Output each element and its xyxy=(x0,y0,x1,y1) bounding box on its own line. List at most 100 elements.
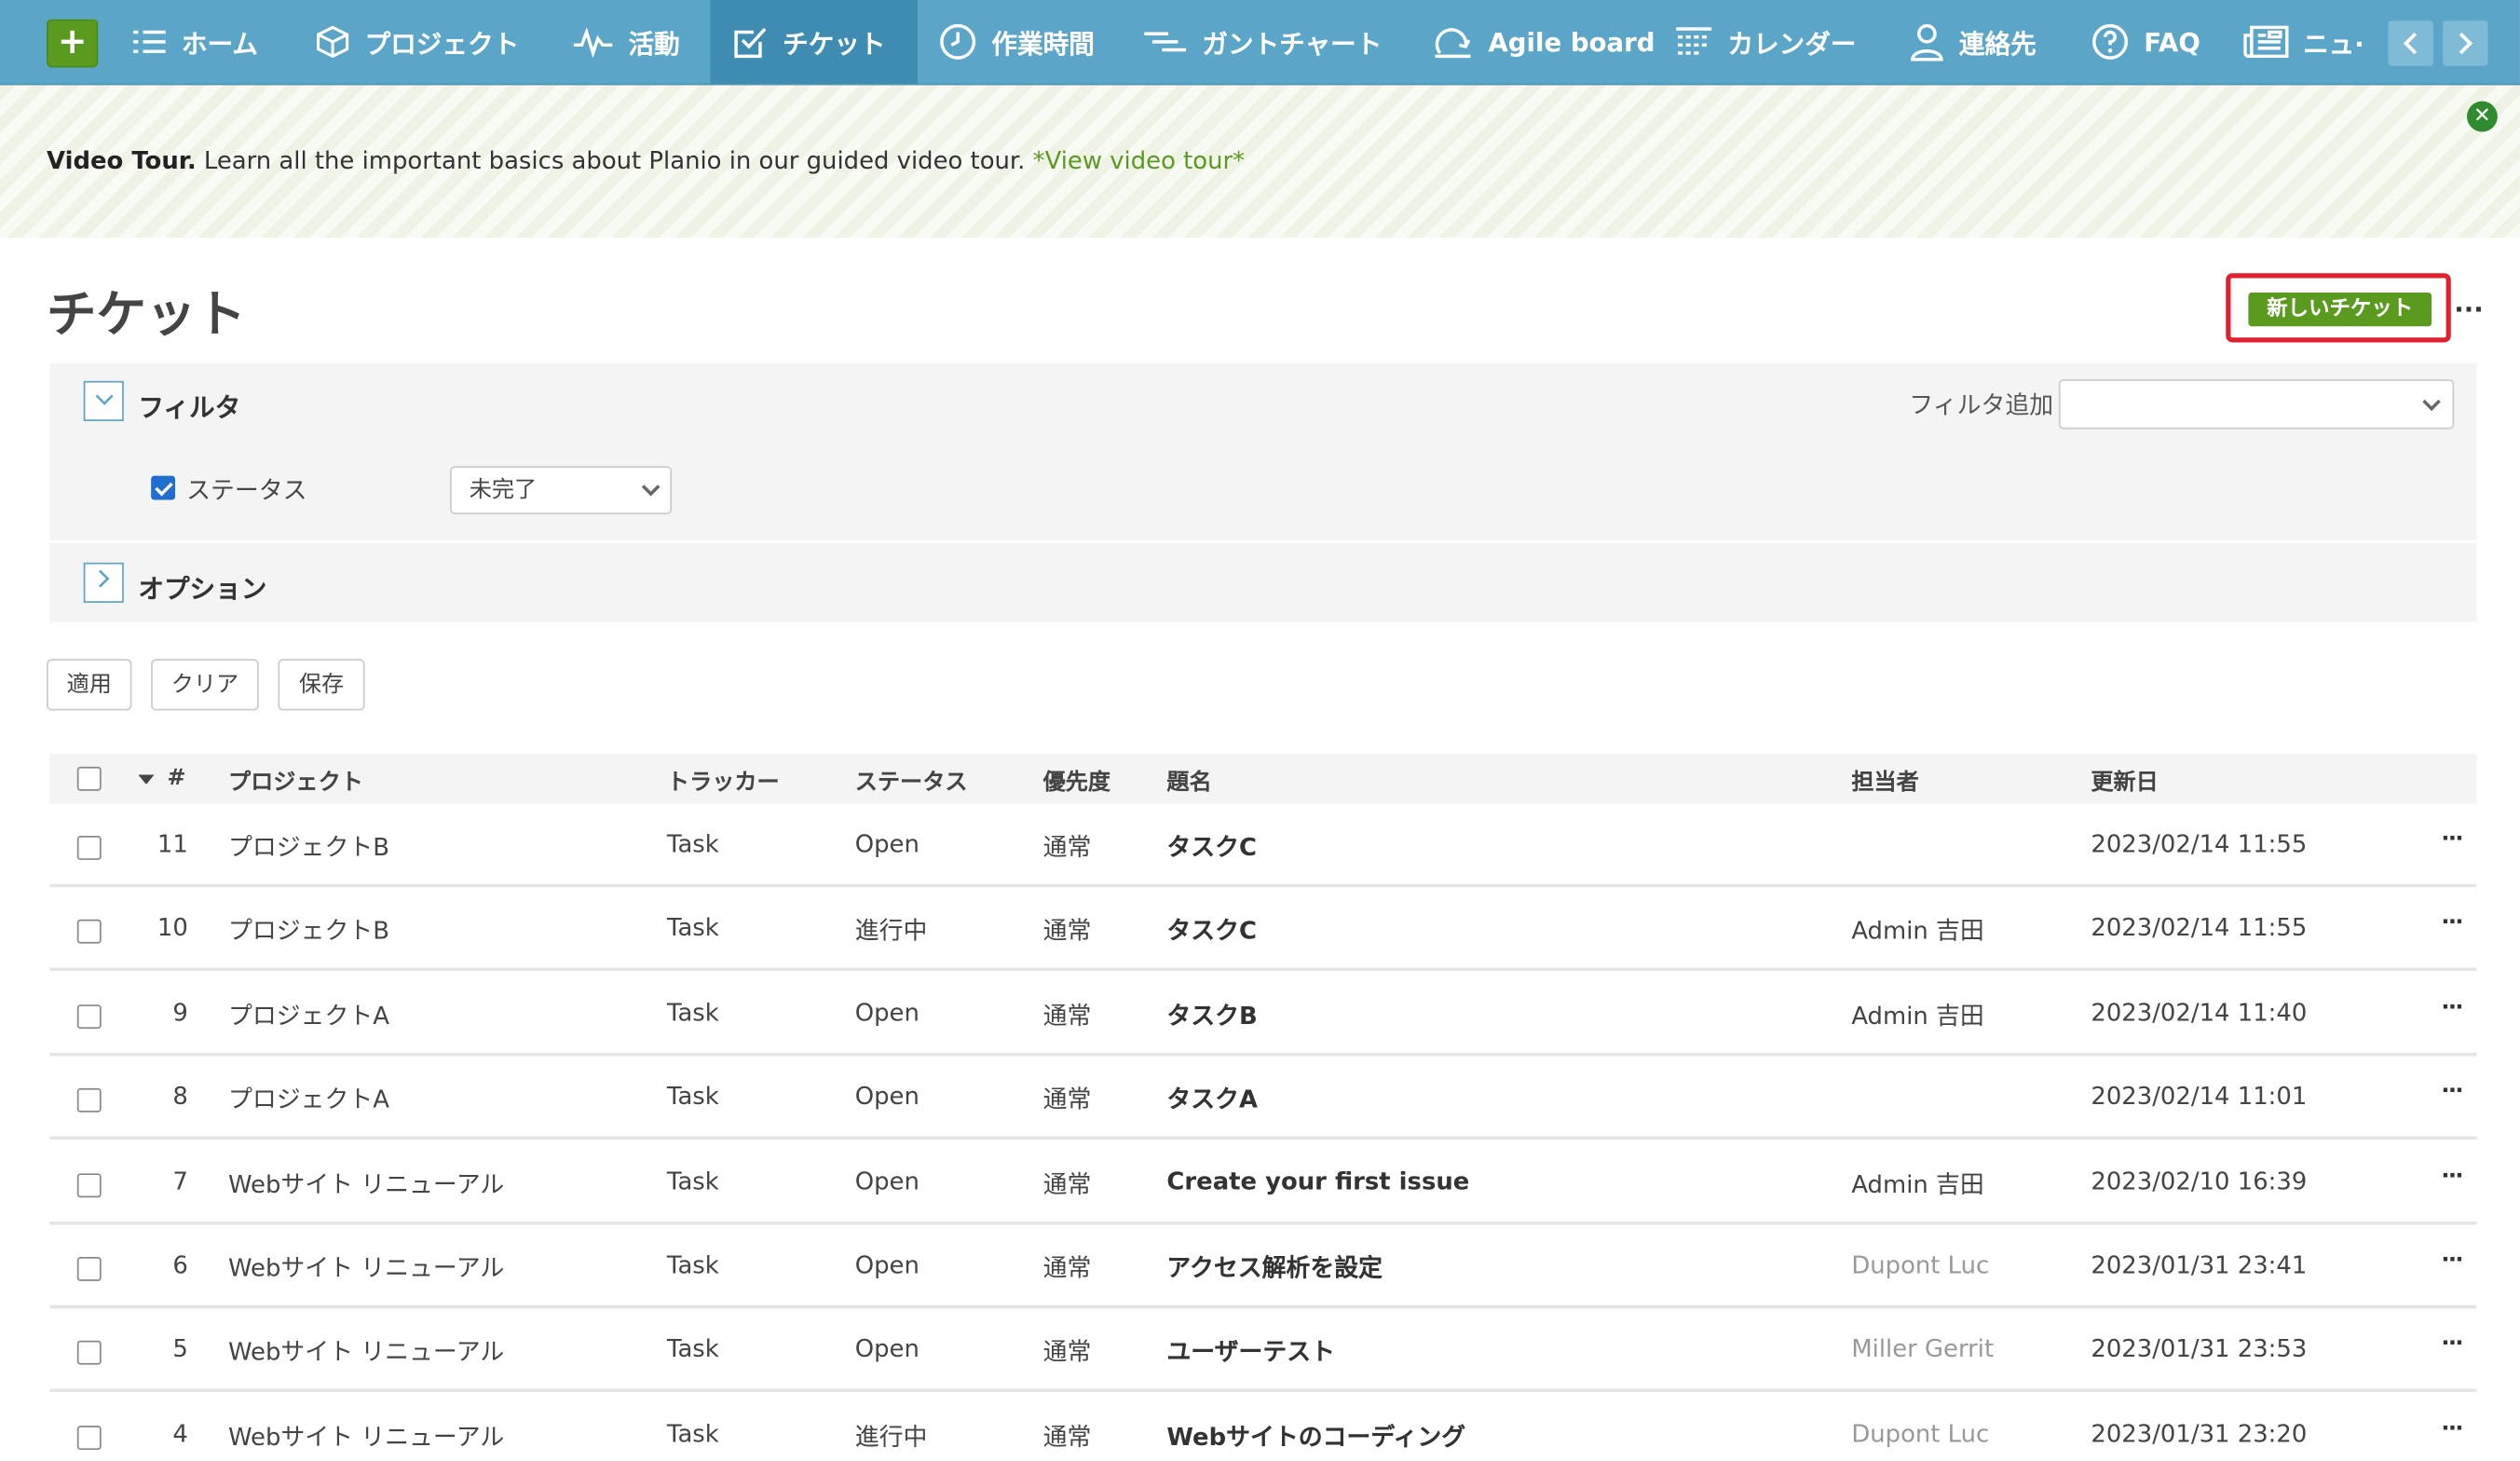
row-more-menu[interactable]: ··· xyxy=(2441,1079,2463,1105)
ticket-id[interactable]: 8 xyxy=(143,1082,187,1111)
row-checkbox[interactable] xyxy=(76,1257,102,1281)
ticket-project[interactable]: プロジェクトA xyxy=(228,998,389,1031)
column-header-status[interactable]: ステータス xyxy=(855,765,968,798)
nav-item-time[interactable]: 作業時間 xyxy=(938,0,1095,84)
nav-item-home[interactable]: ホーム xyxy=(131,0,258,84)
page-more-menu[interactable]: ··· xyxy=(2454,294,2483,325)
ticket-id[interactable]: 6 xyxy=(143,1250,187,1279)
table-row[interactable]: 4 Webサイト リニューアル Task 進行中 通常 Webサイトのコーディング Dupo… xyxy=(49,1393,2476,1461)
nav-item-news[interactable]: ニュ· xyxy=(2243,0,2364,84)
filter-toggle[interactable] xyxy=(83,380,124,421)
close-banner-button[interactable]: ✕ xyxy=(2467,101,2498,132)
ticket-id[interactable]: 10 xyxy=(143,914,188,943)
row-checkbox[interactable] xyxy=(76,1425,102,1450)
ticket-priority: 通常 xyxy=(1042,916,1092,947)
column-header-tracker[interactable]: トラッカー xyxy=(667,765,780,798)
add-filter-select[interactable] xyxy=(2058,379,2455,430)
status-filter-select[interactable]: 未完了 xyxy=(450,466,673,515)
table-row[interactable]: 5 Webサイト リニューアル Task Open 通常 ユーザーテスト Miller Ge… xyxy=(49,1309,2477,1393)
ticket-id[interactable]: 5 xyxy=(143,1335,187,1364)
ticket-id[interactable]: 4 xyxy=(143,1419,187,1448)
row-checkbox[interactable] xyxy=(76,836,102,860)
video-tour-banner: Video Tour. Learn all the important basi… xyxy=(0,85,2520,239)
table-row[interactable]: 9 プロジェクトA Task Open 通常 タスクB Admin 吉田 2023/02/14… xyxy=(49,972,2477,1057)
column-header-project[interactable]: プロジェクト xyxy=(228,765,363,798)
nav-item-contacts[interactable]: 連絡先 xyxy=(1909,0,2036,84)
ticket-id[interactable]: 9 xyxy=(143,998,187,1027)
row-more-menu[interactable]: ··· xyxy=(2441,1163,2463,1189)
ticket-subject[interactable]: ユーザーテスト xyxy=(1166,1335,1335,1369)
ticket-project[interactable]: Webサイト リニューアル xyxy=(228,1167,504,1200)
ticket-priority: 通常 xyxy=(1042,1253,1092,1283)
clear-button[interactable]: クリア xyxy=(151,659,259,711)
nav-scroll-right-button[interactable] xyxy=(2443,20,2488,66)
ticket-subject[interactable]: Webサイトのコーディング xyxy=(1166,1419,1465,1453)
row-checkbox[interactable] xyxy=(76,1088,102,1113)
chevron-right-icon xyxy=(98,569,109,588)
nav-item-agile[interactable]: Agile board xyxy=(1432,0,1655,84)
column-header-id[interactable]: # xyxy=(167,765,185,791)
sort-desc-icon[interactable] xyxy=(138,774,155,785)
ticket-subject[interactable]: タスクC xyxy=(1166,914,1257,948)
ticket-subject[interactable]: アクセス解析を設定 xyxy=(1166,1250,1383,1284)
table-row[interactable]: 8 プロジェクトA Task Open 通常 タスクA 2023/02/14 11:01 ··… xyxy=(49,1057,2477,1140)
row-more-menu[interactable]: ··· xyxy=(2441,1248,2463,1274)
ticket-assignee[interactable]: Admin 吉田 xyxy=(1851,914,1983,948)
ticket-assignee[interactable]: Admin 吉田 xyxy=(1851,998,1983,1031)
nav-item-calendar[interactable]: カレンダー xyxy=(1675,0,1857,84)
ticket-project[interactable]: Webサイト リニューアル xyxy=(228,1419,504,1453)
ticket-project[interactable]: プロジェクトA xyxy=(228,1082,389,1115)
nav-item-activity[interactable]: 活動 xyxy=(572,0,680,84)
table-row[interactable]: 10 プロジェクトB Task 進行中 通常 タスクC Admin 吉田 2023/02/14… xyxy=(49,888,2477,972)
ticket-project[interactable]: プロジェクトB xyxy=(228,829,389,863)
quick-add-button[interactable]: + xyxy=(47,19,99,68)
ticket-tracker: Task xyxy=(666,1334,719,1364)
ticket-project[interactable]: Webサイト リニューアル xyxy=(228,1335,504,1369)
apply-button[interactable]: 適用 xyxy=(47,659,132,711)
column-header-updated[interactable]: 更新日 xyxy=(2091,765,2158,798)
view-video-tour-link[interactable]: *View video tour* xyxy=(1033,146,1245,175)
nav-item-faq[interactable]: FAQ xyxy=(2091,0,2200,84)
row-checkbox[interactable] xyxy=(76,1172,102,1197)
status-filter-checkbox[interactable] xyxy=(151,475,176,500)
ticket-project[interactable]: プロジェクトB xyxy=(228,914,389,948)
column-header-subject[interactable]: 題名 xyxy=(1166,765,1211,798)
row-more-menu[interactable]: ··· xyxy=(2441,994,2463,1020)
row-checkbox[interactable] xyxy=(76,1341,102,1366)
ticket-id[interactable]: 11 xyxy=(143,829,188,858)
ticket-status: Open xyxy=(854,1166,919,1195)
ticket-assignee[interactable]: Admin 吉田 xyxy=(1851,1167,1983,1200)
ticket-assignee[interactable]: Miller Gerrit xyxy=(1851,1335,1994,1364)
ticket-assignee[interactable]: Dupont Luc xyxy=(1851,1250,1989,1279)
row-checkbox[interactable] xyxy=(76,920,102,945)
ticket-tracker: Task xyxy=(666,1166,719,1195)
column-header-priority[interactable]: 優先度 xyxy=(1043,765,1110,798)
nav-item-projects[interactable]: プロジェクト xyxy=(315,0,519,84)
ticket-tracker: Task xyxy=(666,1250,719,1280)
column-header-assignee[interactable]: 担当者 xyxy=(1851,765,1918,798)
table-row[interactable]: 11 プロジェクトB Task Open 通常 タスクC 2023/02/14 11:55 ·… xyxy=(49,804,2477,888)
row-more-menu[interactable]: ··· xyxy=(2441,1415,2463,1441)
select-all-checkbox[interactable] xyxy=(76,766,102,791)
row-checkbox[interactable] xyxy=(76,1004,102,1029)
ticket-id[interactable]: 7 xyxy=(143,1167,187,1195)
ticket-subject[interactable]: タスクB xyxy=(1166,998,1257,1031)
table-row[interactable]: 6 Webサイト リニューアル Task Open 通常 アクセス解析を設定 Dupont … xyxy=(49,1225,2477,1309)
options-toggle[interactable] xyxy=(83,562,124,603)
table-row[interactable]: 7 Webサイト リニューアル Task Open 通常 Create your firs… xyxy=(49,1140,2477,1224)
ticket-subject[interactable]: Create your first issue xyxy=(1166,1167,1469,1195)
chevron-down-icon xyxy=(2422,392,2441,412)
nav-item-gantt[interactable]: ガントチャート xyxy=(1143,0,1382,84)
save-button[interactable]: 保存 xyxy=(278,659,365,711)
new-ticket-button[interactable]: 新しいチケット xyxy=(2248,292,2432,327)
nav-scroll-left-button[interactable] xyxy=(2388,20,2433,66)
row-more-menu[interactable]: ··· xyxy=(2441,826,2463,853)
row-more-menu[interactable]: ··· xyxy=(2441,1331,2463,1358)
ticket-subject[interactable]: タスクA xyxy=(1166,1082,1258,1115)
row-more-menu[interactable]: ··· xyxy=(2441,910,2463,936)
add-filter-label: フィルタ追加 xyxy=(1909,390,2054,420)
ticket-assignee[interactable]: Dupont Luc xyxy=(1851,1419,1989,1448)
nav-item-tickets[interactable]: チケット xyxy=(710,0,919,84)
ticket-project[interactable]: Webサイト リニューアル xyxy=(228,1250,504,1284)
ticket-subject[interactable]: タスクC xyxy=(1166,829,1257,863)
